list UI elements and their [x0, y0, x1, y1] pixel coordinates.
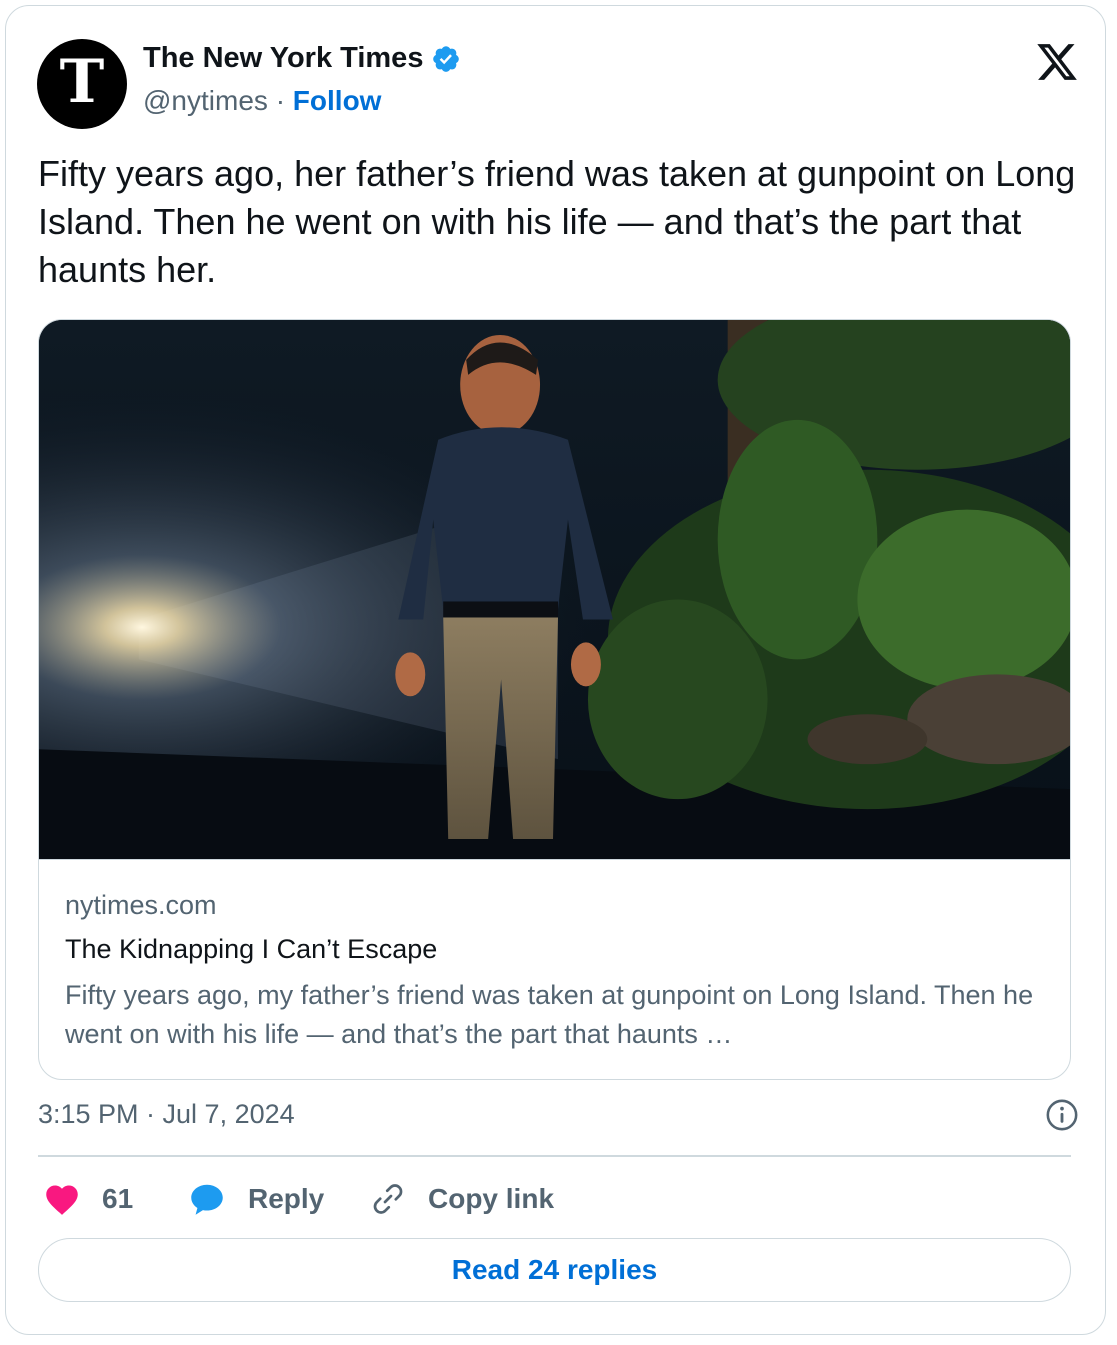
- photo-illustration: [39, 320, 1070, 859]
- tweet-text: Fifty years ago, her father’s friend was…: [38, 153, 1076, 290]
- heart-icon: [46, 1185, 78, 1215]
- info-icon[interactable]: [1045, 1098, 1079, 1132]
- link-title[interactable]: The Kidnapping I Can’t Escape: [65, 934, 437, 965]
- reply-bubble-icon: [191, 1184, 223, 1215]
- nyt-avatar[interactable]: T: [37, 39, 127, 129]
- author-name[interactable]: The New York Times: [143, 42, 423, 75]
- author-handle[interactable]: @nytimes: [143, 85, 268, 116]
- copy-link-label: Copy link: [428, 1183, 555, 1214]
- actions-divider: [38, 1155, 1071, 1157]
- link-domain: nytimes.com: [65, 890, 217, 920]
- read-replies-button[interactable]: Read 24 replies: [38, 1238, 1071, 1302]
- verified-badge-icon: [433, 45, 460, 72]
- follow-button[interactable]: Follow: [293, 85, 382, 116]
- handle-separator: ·: [275, 85, 286, 116]
- x-logo-icon[interactable]: [1035, 40, 1079, 84]
- reply-label: Reply: [248, 1183, 325, 1214]
- link-description: Fifty years ago, my father’s friend was …: [65, 980, 1034, 1049]
- nyt-logo-icon: T: [59, 47, 105, 117]
- link-preview-card[interactable]: nytimes.com The Kidnapping I Can’t Escap…: [38, 319, 1071, 1080]
- link-preview-image[interactable]: [39, 320, 1070, 860]
- like-button[interactable]: 61: [44, 1177, 133, 1221]
- reply-button[interactable]: Reply: [188, 1177, 324, 1221]
- copy-link-button[interactable]: Copy link: [370, 1177, 554, 1221]
- handle-row: @nytimes · Follow: [143, 85, 381, 117]
- like-count: 61: [102, 1183, 134, 1214]
- tweet-timestamp[interactable]: 3:15 PM · Jul 7, 2024: [38, 1099, 295, 1130]
- author-name-row[interactable]: The New York Times: [143, 42, 461, 75]
- link-icon: [373, 1184, 403, 1214]
